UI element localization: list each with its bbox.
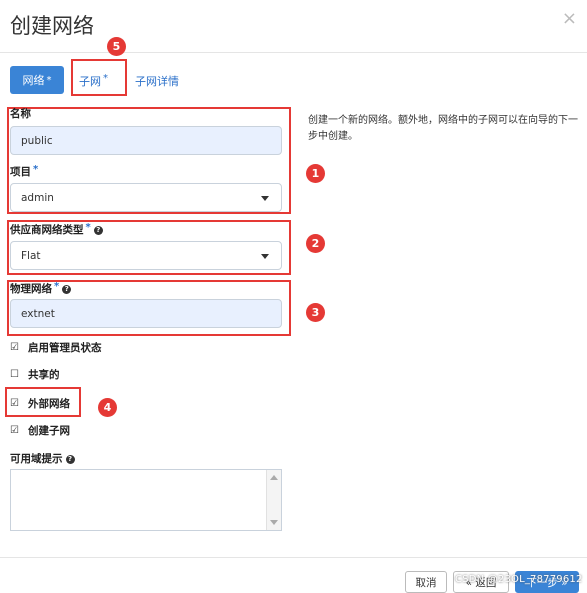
provider-type-select[interactable]: Flat [10,241,282,270]
required-marker: * [103,73,108,84]
help-icon[interactable]: ? [93,225,103,235]
create-subnet-checkbox-row[interactable]: ☑ 创建子网 [10,423,70,438]
scroll-down-icon[interactable] [270,520,278,525]
chevron-down-icon [261,254,269,259]
name-input-value: public [21,134,53,147]
tab-subnet[interactable]: 子网 * [79,73,108,89]
checkbox-checked-icon[interactable]: ☑ [10,342,20,353]
name-label: 名称 [10,108,31,120]
csdn-watermark: CSDN @23OL_78779612 [455,574,583,585]
header-divider [0,52,587,53]
tab-network-label: 网络 [22,74,45,87]
dialog-title: 创建网络 [10,14,94,38]
scroll-up-icon[interactable] [270,475,278,480]
tab-network[interactable]: 网络 * [10,66,64,94]
external-network-label: 外部网络 [28,398,70,410]
cancel-button[interactable]: 取消 [405,571,447,593]
checkbox-checked-icon[interactable]: ☑ [10,425,20,436]
annotation-badge-5: 5 [107,37,126,56]
project-label: 项目 * [10,164,38,179]
az-hint-label-text: 可用域提示 [10,453,63,465]
annotation-badge-3: 3 [306,303,325,322]
physical-network-input-value: extnet [21,307,55,320]
project-select[interactable]: admin [10,183,282,212]
provider-type-select-value: Flat [21,249,41,262]
physical-network-label: 物理网络 *? [10,281,72,296]
shared-label: 共享的 [28,369,60,381]
physical-network-label-text: 物理网络 [10,283,52,295]
project-select-value: admin [21,191,54,204]
checkbox-checked-icon[interactable]: ☑ [10,398,20,409]
scrollbar[interactable] [266,470,281,530]
admin-state-label: 启用管理员状态 [28,342,102,354]
checkbox-unchecked-icon[interactable]: ☐ [10,369,20,380]
admin-state-checkbox-row[interactable]: ☑ 启用管理员状态 [10,340,102,355]
physical-network-input[interactable]: extnet [10,299,282,328]
chevron-down-icon [261,196,269,201]
dialog-description: 创建一个新的网络。额外地，网络中的子网可以在向导的下一步中创建。 [308,115,578,142]
az-hint-listbox[interactable] [10,469,282,531]
provider-type-label: 供应商网络类型 *? [10,222,103,237]
external-network-checkbox-row[interactable]: ☑ 外部网络 [10,396,70,411]
provider-type-label-text: 供应商网络类型 [10,224,84,236]
tab-subnet-details[interactable]: 子网详情 [135,73,179,89]
required-marker: * [54,281,60,292]
required-marker: * [85,222,91,233]
help-icon[interactable]: ? [65,454,75,464]
create-subnet-label: 创建子网 [28,425,70,437]
help-icon[interactable]: ? [62,284,72,294]
required-marker: * [46,74,52,86]
required-marker: * [33,164,39,175]
annotation-badge-1: 1 [306,164,325,183]
az-hint-label: 可用域提示? [10,451,75,466]
close-icon[interactable]: × [562,10,577,28]
annotation-badge-2: 2 [306,234,325,253]
shared-checkbox-row[interactable]: ☐ 共享的 [10,367,60,382]
project-label-text: 项目 [10,166,31,178]
tab-subnet-label: 子网 [79,75,101,88]
name-input[interactable]: public [10,126,282,155]
annotation-badge-4: 4 [98,398,117,417]
footer-divider [0,557,587,558]
